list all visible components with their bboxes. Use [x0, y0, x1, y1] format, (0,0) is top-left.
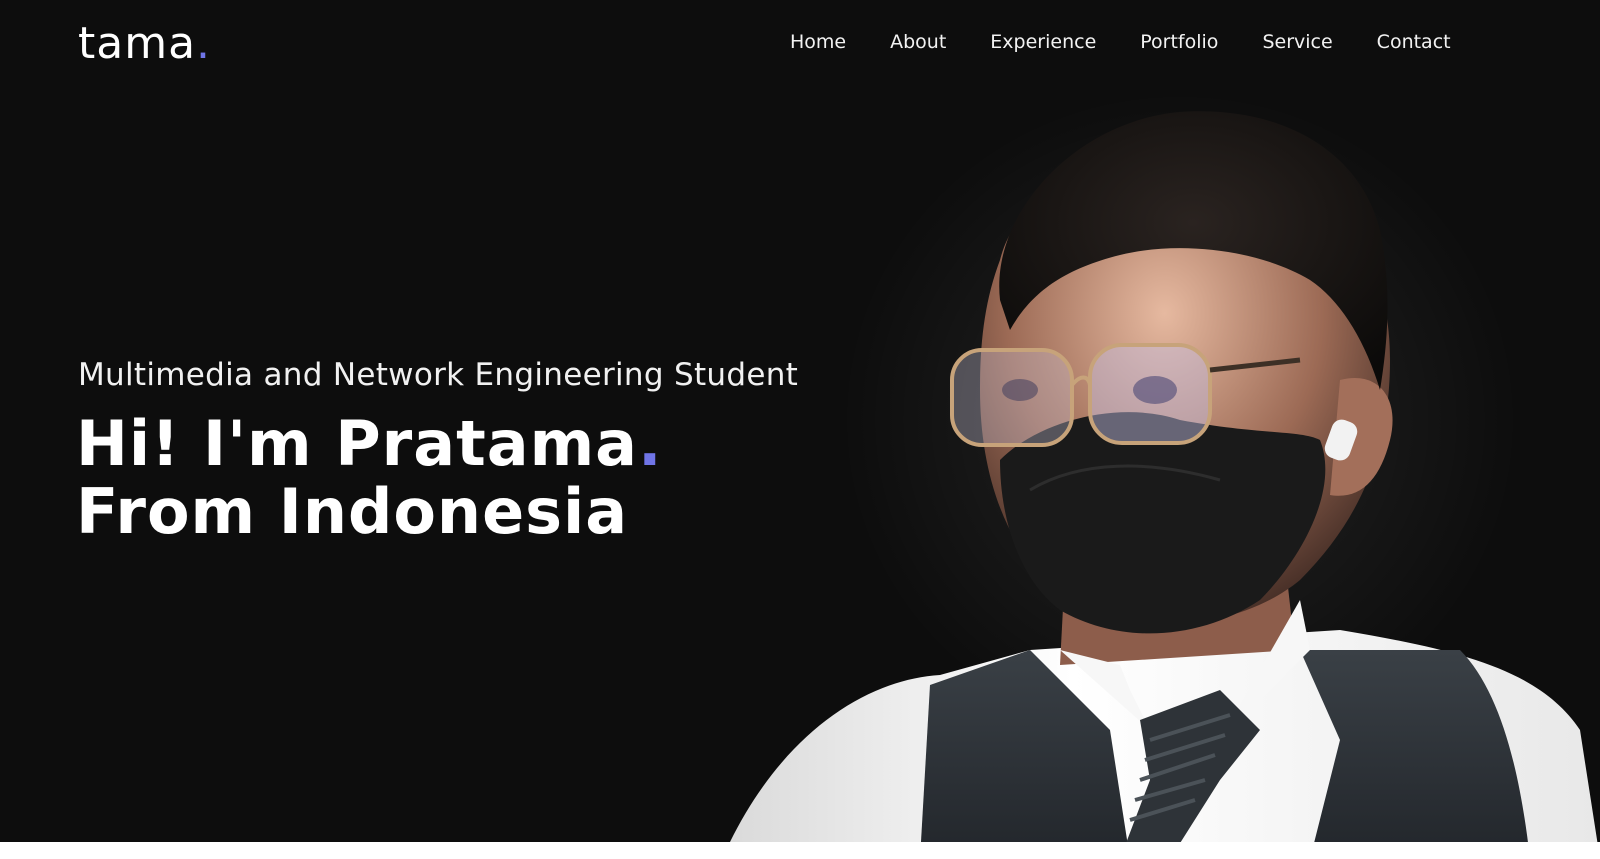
main-nav: Home About Experience Portfolio Service …	[790, 29, 1451, 55]
hero-headline: Hi! I'm Pratama. From Indonesia	[76, 410, 663, 546]
logo[interactable]: tama.	[78, 16, 211, 72]
nav-home[interactable]: Home	[790, 29, 846, 55]
hero-greeting: Hi! I'm Pratama	[76, 407, 639, 480]
nav-experience[interactable]: Experience	[990, 29, 1096, 55]
hero-location: From Indonesia	[76, 475, 629, 548]
hero-greeting-dot: .	[638, 407, 663, 480]
logo-dot: .	[196, 18, 212, 69]
hero-greeting-line: Hi! I'm Pratama.	[76, 410, 663, 478]
page: tama. Home About Experience Portfolio Se…	[0, 0, 1600, 859]
nav-portfolio[interactable]: Portfolio	[1140, 29, 1218, 55]
portrait-image	[720, 90, 1600, 859]
hero-subtitle: Multimedia and Network Engineering Stude…	[78, 357, 799, 393]
nav-service[interactable]: Service	[1262, 29, 1332, 55]
nav-contact[interactable]: Contact	[1377, 29, 1451, 55]
logo-text: tama	[78, 18, 197, 69]
nav-about[interactable]: About	[890, 29, 946, 55]
